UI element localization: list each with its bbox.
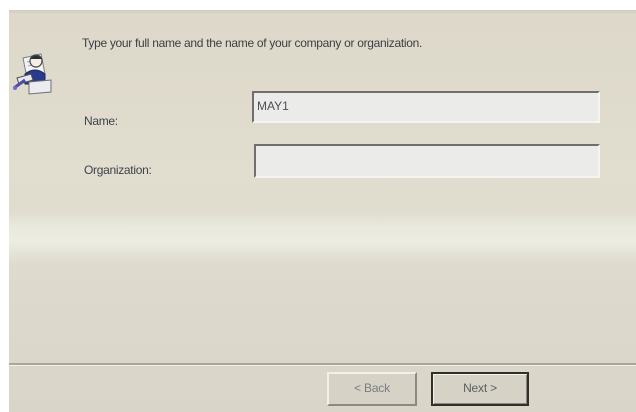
user-setup-icon (11, 44, 57, 96)
dialog-top-edge (9, 10, 636, 14)
next-button[interactable]: Next > (431, 372, 529, 406)
back-button[interactable]: < Back (327, 372, 417, 406)
screen: Type your full name and the name of your… (0, 0, 636, 412)
name-label: Name: (84, 114, 118, 128)
name-field[interactable]: MAY1 (252, 91, 600, 123)
instruction-text: Type your full name and the name of your… (82, 36, 423, 50)
button-area-separator (9, 363, 636, 366)
setup-wizard-dialog: Type your full name and the name of your… (9, 10, 636, 412)
organization-field[interactable] (254, 144, 600, 178)
screen-glare (9, 210, 636, 268)
organization-label: Organization: (84, 163, 152, 177)
